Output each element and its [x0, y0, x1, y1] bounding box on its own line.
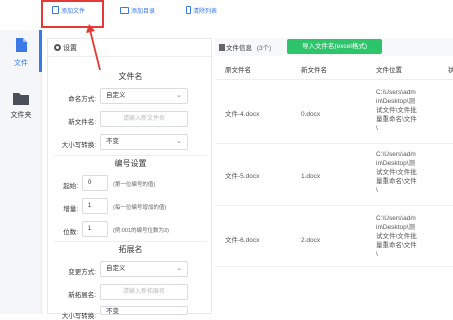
- highlight-box: [41, 0, 104, 28]
- file-list-panel: 文件信息 (3个) 导入文件名(excel格式) 原文件名 新文件名 文件位置 …: [215, 38, 453, 314]
- digits-label: 位数:: [63, 229, 78, 236]
- chevron-down-icon: ⌄: [176, 265, 182, 272]
- folder-icon: [13, 93, 29, 105]
- start-hint: (第一位编号的值): [113, 182, 156, 188]
- row-divider: [215, 205, 453, 206]
- start-label: 起始:: [63, 183, 78, 190]
- import-excel-button[interactable]: 导入文件名(excel格式): [287, 39, 382, 54]
- row-divider: [215, 143, 453, 144]
- file-count: (3个): [256, 45, 272, 52]
- step-hint: (每一位编号增加的值): [113, 205, 167, 211]
- new-ext-label: 新拓展名:: [68, 292, 96, 299]
- file-info-label: 文件信息: [226, 45, 252, 52]
- change-method-select[interactable]: 自定义 ⌄: [100, 261, 188, 277]
- nav-item-folder[interactable]: 文件夹: [0, 86, 42, 128]
- new-ext-input[interactable]: 请输入新拓展名: [100, 284, 188, 300]
- toolbar: 添加文件 添加目录 清除列表: [0, 0, 453, 30]
- column-header-new[interactable]: 新文件名: [301, 64, 327, 74]
- number-section-title: 编号设置: [114, 159, 147, 168]
- ext-case-label: 大小写转换:: [61, 313, 96, 320]
- digits-hint: (例:001的编号位数为3): [113, 228, 169, 234]
- left-nav: 文件 文件夹: [0, 30, 42, 314]
- case-convert-label: 大小写转换:: [61, 142, 96, 149]
- folder-add-icon: [120, 7, 129, 14]
- naming-method-select[interactable]: 自定义 ⌄: [100, 88, 188, 104]
- chevron-down-icon: ⌄: [176, 92, 182, 99]
- section-divider: [54, 155, 207, 156]
- change-method-label: 变更方式:: [68, 269, 96, 276]
- digits-input[interactable]: 1: [82, 221, 108, 237]
- new-filename-input[interactable]: 请输入新文件名: [100, 111, 188, 127]
- section-divider: [54, 241, 207, 242]
- clear-list-button[interactable]: 清除列表: [186, 4, 217, 20]
- column-header-status[interactable]: 状: [448, 64, 453, 74]
- nav-item-file[interactable]: 文件: [0, 30, 42, 72]
- new-filename-label: 新文件名:: [68, 119, 96, 126]
- settings-panel: 设置 文件名 命名方式: 自定义 ⌄ 新文件名: 请输入新文件名 大小写转换: 不…: [47, 38, 213, 320]
- header-divider: [48, 56, 213, 57]
- file-info-bar: 文件信息 (3个) 导入文件名(excel格式): [215, 38, 453, 56]
- header-divider: [215, 79, 453, 80]
- file-icon: [16, 38, 27, 52]
- column-header-original[interactable]: 原文件名: [225, 64, 251, 74]
- naming-method-label: 命名方式:: [68, 96, 96, 103]
- step-label: 增量:: [63, 206, 78, 213]
- add-folder-button[interactable]: 添加目录: [120, 4, 155, 20]
- gear-icon: [54, 44, 61, 51]
- chevron-down-icon: ⌄: [176, 138, 182, 145]
- ext-section-title: 拓展名: [118, 245, 143, 254]
- start-input[interactable]: 0: [82, 175, 108, 191]
- row-divider: [215, 266, 453, 267]
- case-convert-select[interactable]: 不变 ⌄: [100, 134, 188, 150]
- file-info-icon: [219, 44, 225, 51]
- step-input[interactable]: 1: [82, 198, 108, 214]
- column-header-location[interactable]: 文件位置: [376, 64, 402, 74]
- filename-section-title: 文件名: [118, 72, 143, 81]
- settings-header: 设置: [54, 43, 77, 53]
- trash-icon: [186, 6, 191, 14]
